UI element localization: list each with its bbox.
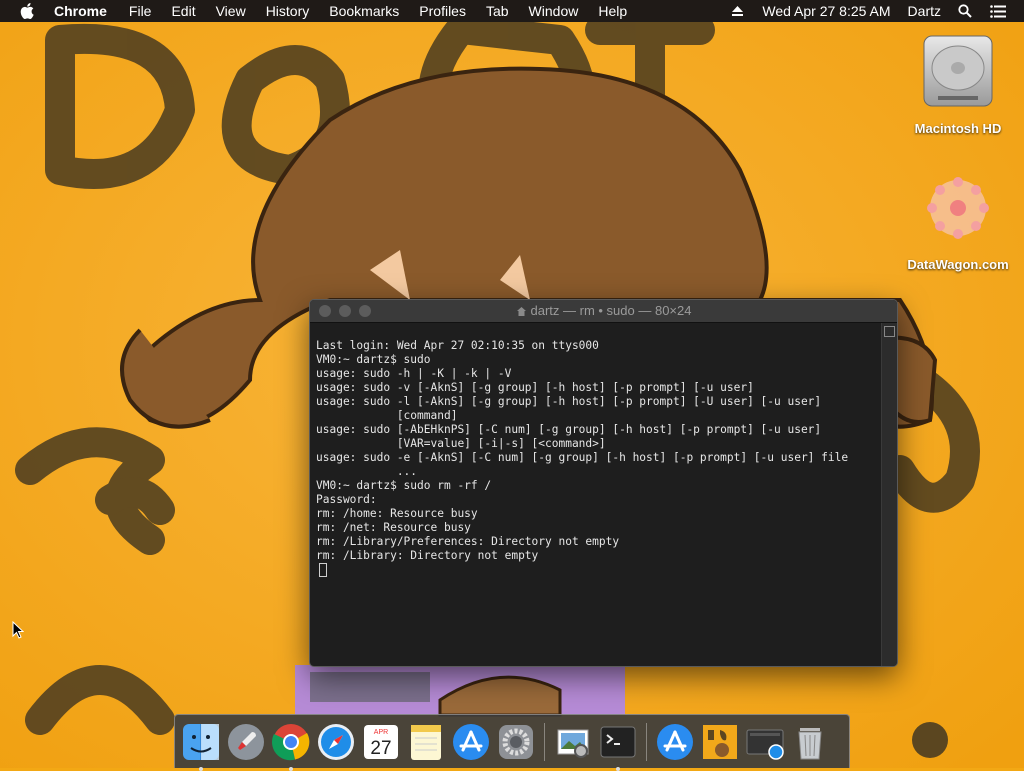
terminal-cursor [319, 563, 327, 577]
menu-app-name[interactable]: Chrome [54, 3, 107, 19]
dock: APR 27 [174, 714, 850, 771]
terminal-line: rm: /Library: Directory not empty [316, 549, 539, 562]
dock-safari[interactable] [316, 722, 356, 762]
desktop-icon-datawagon[interactable]: DataWagon.com [903, 168, 1013, 272]
terminal-line: Last login: Wed Apr 27 02:10:35 on ttys0… [316, 339, 599, 352]
mouse-pointer-icon [12, 621, 24, 639]
finder-icon [183, 723, 219, 760]
dock-separator [646, 722, 647, 761]
terminal-line: usage: sudo -e [-AknS] [-C num] [-g grou… [316, 451, 849, 464]
dock-screen[interactable] [745, 722, 785, 762]
menu-view[interactable]: View [216, 3, 246, 19]
terminal-output[interactable]: Last login: Wed Apr 27 02:10:35 on ttys0… [310, 323, 882, 666]
dock-trash[interactable] [790, 722, 830, 762]
terminal-line: usage: sudo -v [-AknS] [-g group] [-h ho… [316, 381, 754, 394]
hard-drive-icon [923, 35, 993, 107]
calendar-icon: APR 27 [364, 724, 398, 759]
desktop-icon-label: Macintosh HD [914, 121, 1002, 136]
home-folder-icon [516, 302, 527, 324]
terminal-line: ... [316, 465, 418, 478]
terminal-line: rm: /Library/Preferences: Directory not … [316, 535, 620, 548]
menu-tab[interactable]: Tab [486, 3, 509, 19]
desktop-icon-macintosh-hd[interactable]: Macintosh HD [903, 30, 1013, 136]
running-indicator [199, 766, 203, 771]
desktop-icon-label: DataWagon.com [907, 257, 1009, 272]
terminal-line: VM0:~ dartz$ sudo rm -rf / [316, 479, 492, 492]
preview-icon [557, 729, 589, 758]
terminal-title-text: dartz — rm • sudo — 80×24 [530, 303, 692, 318]
dock-finder[interactable] [181, 722, 221, 771]
menu-clock[interactable]: Wed Apr 27 8:25 AM [762, 3, 890, 19]
calendar-day: 27 [370, 738, 391, 759]
dock-launchpad[interactable] [226, 722, 266, 762]
terminal-line: [command] [316, 409, 458, 422]
menu-history[interactable]: History [266, 3, 310, 19]
menu-help[interactable]: Help [598, 3, 627, 19]
dock-app-store[interactable] [451, 722, 491, 762]
terminal-title: dartz — rm • sudo — 80×24 [310, 300, 897, 322]
spotlight-search-icon[interactable] [958, 4, 972, 18]
gear-icon [499, 724, 533, 759]
terminal-titlebar[interactable]: dartz — rm • sudo — 80×24 [310, 300, 897, 323]
app-store-icon [453, 723, 489, 760]
dock-image[interactable] [700, 722, 740, 762]
running-indicator [616, 766, 620, 771]
menu-bar: Chrome File Edit View History Bookmarks … [0, 0, 1024, 22]
datawagon-flower-icon [927, 177, 989, 239]
notes-icon [411, 724, 441, 760]
terminal-line: VM0:~ dartz$ sudo [316, 353, 431, 366]
split-pane-icon[interactable] [884, 326, 895, 337]
running-indicator [289, 766, 293, 771]
dock-notes[interactable] [406, 722, 446, 762]
trash-icon [798, 727, 822, 759]
apple-icon[interactable] [20, 3, 36, 19]
eject-icon[interactable] [731, 5, 744, 17]
terminal-icon [600, 726, 636, 757]
terminal-line: usage: sudo -l [-AknS] [-g group] [-h ho… [316, 395, 822, 408]
terminal-line: rm: /net: Resource busy [316, 521, 471, 534]
dock-terminal[interactable] [598, 722, 638, 771]
chrome-icon [272, 723, 310, 760]
dock-separator [544, 722, 545, 761]
calendar-month: APR [374, 729, 388, 736]
dock-preview[interactable] [553, 722, 593, 762]
terminal-scrollbar[interactable] [881, 323, 897, 666]
menu-bookmarks[interactable]: Bookmarks [329, 3, 399, 19]
terminal-line: Password: [316, 493, 377, 506]
menu-window[interactable]: Window [529, 3, 579, 19]
menu-file[interactable]: File [129, 3, 152, 19]
menu-profiles[interactable]: Profiles [419, 3, 466, 19]
menu-user[interactable]: Dartz [908, 3, 941, 19]
rocket-icon [228, 723, 264, 760]
terminal-line: rm: /home: Resource busy [316, 507, 478, 520]
compass-icon [318, 723, 354, 760]
dock-downloads[interactable] [655, 722, 695, 762]
terminal-window[interactable]: dartz — rm • sudo — 80×24 Last login: We… [309, 299, 898, 667]
app-store-icon [657, 723, 693, 760]
screen-icon [746, 729, 784, 760]
dock-calendar[interactable]: APR 27 [361, 722, 401, 762]
terminal-line: usage: sudo -h | -K | -k | -V [316, 367, 512, 380]
menu-edit[interactable]: Edit [171, 3, 195, 19]
terminal-prompt-line[interactable] [316, 563, 882, 577]
terminal-line: [VAR=value] [-i|-s] [<command>] [316, 437, 606, 450]
dock-system-preferences[interactable] [496, 722, 536, 762]
terminal-line: usage: sudo [-AbEHknPS] [-C num] [-g gro… [316, 423, 822, 436]
image-icon [703, 724, 737, 759]
notification-center-icon[interactable] [990, 4, 1006, 18]
menu-extras: Wed Apr 27 8:25 AM Dartz [731, 0, 1024, 22]
dock-chrome[interactable] [271, 722, 311, 771]
